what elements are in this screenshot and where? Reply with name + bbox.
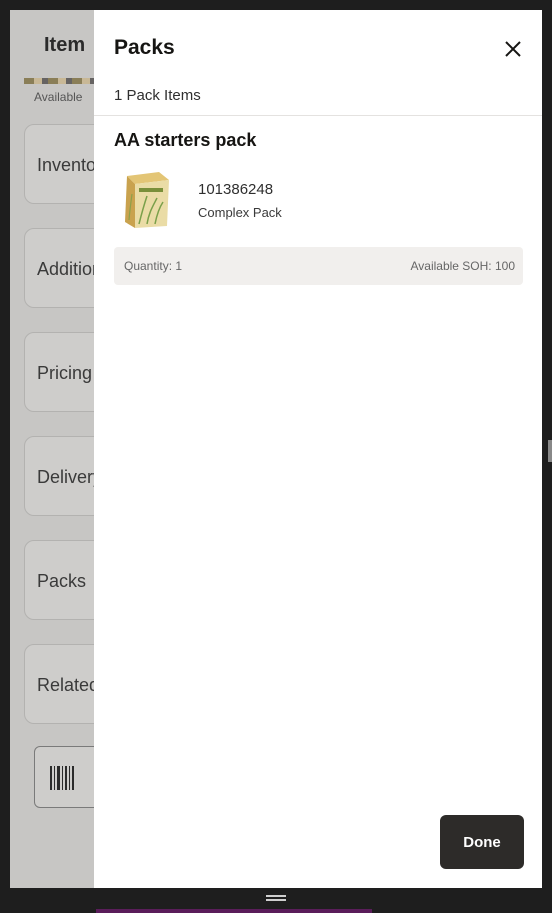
drawer-title: Packs xyxy=(114,36,175,59)
pack-name: AA starters pack xyxy=(114,130,257,150)
close-icon xyxy=(505,41,521,57)
close-button[interactable] xyxy=(498,34,528,64)
available-soh-label: Available SOH: 100 xyxy=(410,259,515,273)
bottom-accent-bar xyxy=(96,909,372,913)
background-page-title: Item xyxy=(44,34,86,56)
quantity-bar: Quantity: 1 Available SOH: 100 xyxy=(114,247,523,285)
background-card-label: Related xyxy=(37,675,100,695)
home-handle[interactable] xyxy=(266,895,286,901)
packs-drawer: Packs 1 Pack Items AA starters pack 1013… xyxy=(94,10,542,888)
quantity-label: Quantity: 1 xyxy=(124,259,183,273)
screen: Item Available Inventory Additional Pric… xyxy=(10,10,542,888)
background-available-label: Available xyxy=(34,90,83,104)
product-image[interactable] xyxy=(121,168,171,230)
background-card-label: Packs xyxy=(37,571,87,591)
device-frame: Item Available Inventory Additional Pric… xyxy=(0,0,552,913)
background-card-label: Delivery xyxy=(37,467,103,487)
item-type: Complex Pack xyxy=(198,205,282,220)
pack-item-count: 1 Pack Items xyxy=(114,87,201,104)
background-image-strip xyxy=(24,78,104,84)
divider xyxy=(94,115,542,116)
done-button[interactable]: Done xyxy=(440,815,524,869)
background-card-label: Pricing xyxy=(37,363,93,383)
side-handle xyxy=(548,440,552,462)
item-number: 101386248 xyxy=(198,181,274,198)
barcode-icon xyxy=(50,766,74,790)
